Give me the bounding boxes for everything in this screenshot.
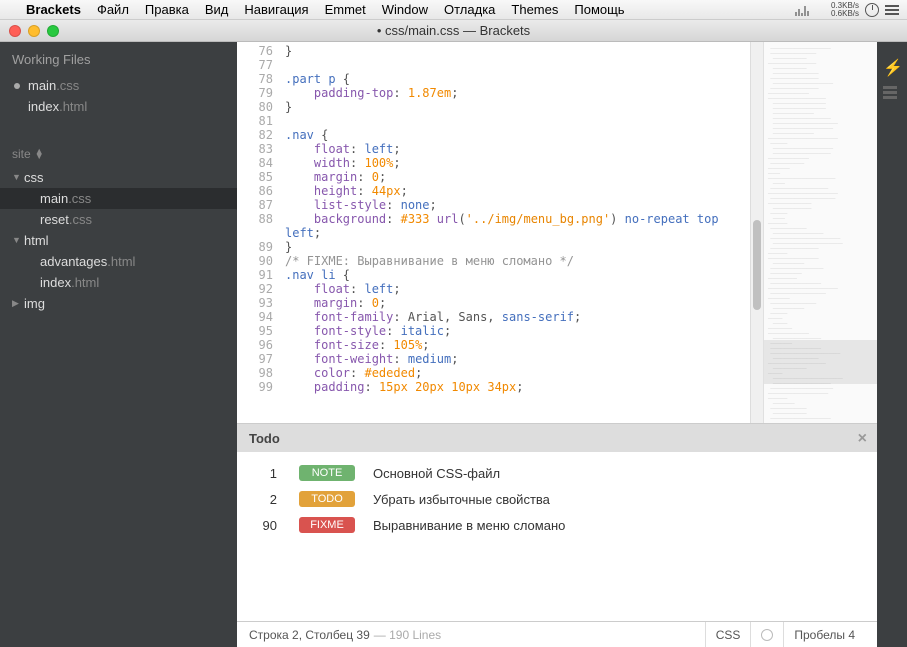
todo-badge: NOTE [299,465,355,481]
modified-dot-icon [14,83,20,89]
menu-file[interactable]: Файл [89,2,137,17]
working-file[interactable]: index.html [0,96,237,117]
minimap[interactable]: ───────────────────────── ──────────────… [763,42,877,423]
tree-folder-html[interactable]: ▼html [0,230,237,251]
code-content[interactable]: } .part p { padding-top: 1.87em; } .nav … [281,42,750,423]
todo-title: Todo [249,431,280,446]
window-titlebar: • css/main.css — Brackets [0,20,907,42]
menubar-status: 0.3KB/s 0.6KB/s [795,2,899,18]
code-editor[interactable]: 7677787980818283848586878889909192939495… [237,42,750,423]
live-preview-icon[interactable]: ⚡ [883,58,901,72]
todo-message: Основной CSS-файл [373,466,500,481]
menu-debug[interactable]: Отладка [436,2,503,17]
todo-close-button[interactable]: × [858,430,867,448]
working-files-heading: Working Files [0,42,237,75]
net-down: 0.6KB/s [831,10,859,18]
todo-header: Todo × [237,424,877,452]
caret-down-icon: ▼ [12,235,21,245]
editor-scrollbar[interactable] [750,42,763,423]
todo-message: Убрать избыточные свойства [373,492,550,507]
menu-window[interactable]: Window [374,2,436,17]
circle-icon [761,629,773,641]
tree-file-reset-css[interactable]: reset.css [0,209,237,230]
inspect-toggle[interactable] [750,622,783,647]
todo-badge: FIXME [299,517,355,533]
statusbar: Строка 2, Столбец 39 — 190 Lines CSS Про… [237,621,877,647]
macos-menubar: Brackets Файл Правка Вид Навигация Emmet… [0,0,907,20]
notification-icon[interactable] [885,5,899,15]
project-dropdown[interactable]: site ▲▼ [0,141,237,167]
todo-badge: TODO [299,491,355,507]
caret-right-icon: ▶ [12,298,19,309]
sort-icon: ▲▼ [35,149,44,159]
menu-edit[interactable]: Правка [137,2,197,17]
minimap-viewport[interactable] [764,340,877,384]
extension-manager-icon[interactable] [883,86,901,100]
language-mode[interactable]: CSS [705,622,751,647]
menu-emmet[interactable]: Emmet [317,2,374,17]
menu-view[interactable]: Вид [197,2,237,17]
cursor-position[interactable]: Строка 2, Столбец 39 [249,628,370,642]
working-file[interactable]: main.css [0,75,237,96]
clock-icon[interactable] [865,3,879,17]
tree-file-advantages-html[interactable]: advantages.html [0,251,237,272]
line-count: — 190 Lines [374,628,441,642]
sidebar: Working Files main.css index.html site ▲… [0,42,237,647]
right-toolbar: ⚡ [877,42,907,647]
todo-row[interactable]: 90 FIXME Выравнивание в меню сломано [237,512,877,538]
indent-setting[interactable]: Пробелы 4 [783,622,865,647]
todo-row[interactable]: 2 TODO Убрать избыточные свойства [237,486,877,512]
todo-line: 2 [253,492,281,507]
menu-themes[interactable]: Themes [503,2,566,17]
window-title: • css/main.css — Brackets [0,23,907,38]
scrollbar-thumb[interactable] [753,220,761,310]
project-name: site [12,147,31,161]
menu-nav[interactable]: Навигация [236,2,316,17]
todo-message: Выравнивание в меню сломано [373,518,565,533]
todo-panel: Todo × 1 NOTE Основной CSS-файл 2 TODO Убрать… [237,423,877,621]
menu-help[interactable]: Помощь [566,2,632,17]
line-gutter: 7677787980818283848586878889909192939495… [237,42,281,423]
tree-file-index-html[interactable]: index.html [0,272,237,293]
network-graph-icon [795,3,825,16]
todo-row[interactable]: 1 NOTE Основной CSS-файл [237,460,877,486]
tree-folder-img[interactable]: ▶img [0,293,237,314]
todo-line: 90 [253,518,281,533]
tree-file-main-css[interactable]: main.css [0,188,237,209]
caret-down-icon: ▼ [12,172,21,182]
menu-app[interactable]: Brackets [18,2,89,17]
tree-folder-css[interactable]: ▼css [0,167,237,188]
todo-line: 1 [253,466,281,481]
